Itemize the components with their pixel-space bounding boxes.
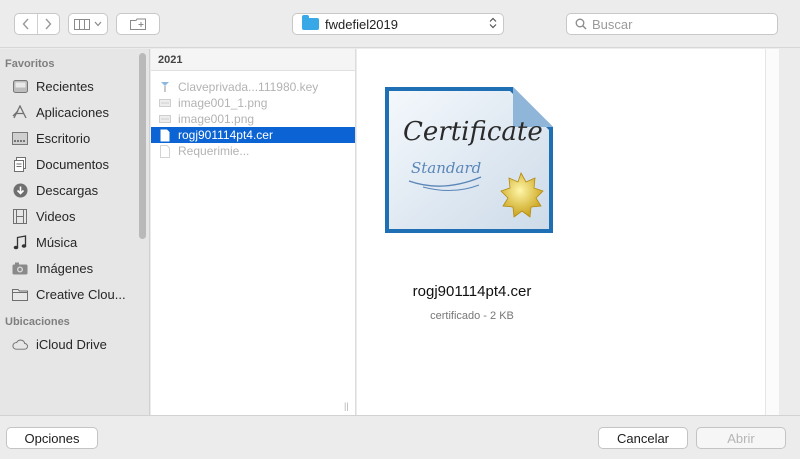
image-file-icon [158,97,171,110]
search-icon [575,18,587,30]
sidebar-item-label: iCloud Drive [36,336,107,352]
options-button[interactable]: Opciones [6,427,98,449]
favorites-list: Recientes Aplicaciones Escritorio Docume… [0,73,149,307]
file-row[interactable]: image001_1.png [151,95,355,111]
preview-scrollbar-track[interactable] [765,49,779,415]
column-header: 2021 [151,49,355,71]
sidebar-item-label: Creative Clou... [36,286,126,302]
new-folder-button[interactable] [116,13,160,35]
view-mode-button[interactable] [68,13,108,35]
documents-icon [12,156,28,172]
new-folder-icon [130,18,146,30]
applications-icon [12,104,28,120]
path-popup-label: fwdefiel2019 [325,16,398,32]
videos-icon [12,208,28,224]
file-row[interactable]: image001.png [151,111,355,127]
sidebar-scrollbar[interactable] [139,53,146,239]
locations-header: Ubicaciones [5,316,70,328]
sidebar-item-videos[interactable]: Videos [0,203,149,229]
certificate-icon: Certificate Standard [385,87,553,233]
column-resize-handle[interactable]: || [344,401,349,411]
folder-icon [302,15,319,30]
sidebar-item-label: Documentos [36,156,109,172]
back-button[interactable] [15,14,37,34]
recents-icon [12,78,28,94]
file-name: image001.png [178,112,255,126]
sidebar-item-label: Aplicaciones [36,104,109,120]
document-icon [158,129,171,142]
file-name: image001_1.png [178,96,268,110]
forward-button[interactable] [36,14,60,34]
open-button[interactable]: Abrir [696,427,786,449]
toolbar: fwdefiel2019 [0,0,800,48]
bottom-bar: Opciones Cancelar Abrir [0,415,800,459]
sidebar-item-label: Escritorio [36,130,91,146]
file-name: Requerimie... [178,144,250,158]
search-field[interactable] [566,13,778,35]
path-popup[interactable]: fwdefiel2019 [292,13,504,35]
file-list: Claveprivada...111980.key image001_1.png… [151,71,355,159]
chevron-right-icon [45,18,52,30]
favorites-header: Favoritos [5,58,55,70]
columns-view-icon [74,18,90,30]
document-icon [158,144,171,158]
sidebar-item-label: Descargas [36,182,99,198]
sidebar-item-label: Música [36,234,78,250]
svg-text:Standard: Standard [411,159,481,177]
downloads-icon [12,182,28,198]
sidebar-item-label: Imágenes [36,260,94,276]
preview-pane: Certificate Standard rogj901114pt4.cer c… [357,49,765,415]
chevron-left-icon [22,18,29,30]
file-name: rogj901114pt4.cer [178,128,273,142]
sidebar-item-recientes[interactable]: Recientes [0,73,149,99]
preview-file-meta: certificado - 2 KB [430,310,514,322]
file-row[interactable]: Claveprivada...111980.key [151,79,355,95]
pictures-icon [12,260,28,276]
sidebar-item-documentos[interactable]: Documentos [0,151,149,177]
sidebar-item-label: Recientes [36,78,94,94]
file-row[interactable]: Requerimie... [151,143,355,159]
sidebar: Favoritos Recientes Aplicaciones Escrito… [0,49,150,415]
search-input[interactable] [592,16,762,32]
key-file-icon [158,81,171,94]
music-icon [12,234,28,250]
sidebar-item-label: Videos [36,208,76,224]
chevron-down-icon [94,21,102,27]
cloud-icon [12,336,28,352]
sidebar-item-icloud-drive[interactable]: iCloud Drive [0,331,149,357]
desktop-icon [12,130,28,146]
back-forward-group [14,13,60,35]
file-row-selected[interactable]: rogj901114pt4.cer [151,127,355,143]
folder-icon [12,286,28,302]
sidebar-item-musica[interactable]: Música [0,229,149,255]
sidebar-item-descargas[interactable]: Descargas [0,177,149,203]
svg-text:Certificate: Certificate [403,117,543,147]
file-name: Claveprivada...111980.key [178,80,319,94]
image-file-icon [158,113,171,126]
sidebar-item-creative-cloud[interactable]: Creative Clou... [0,281,149,307]
file-column: 2021 Claveprivada...111980.key image001_… [151,49,356,415]
updown-chevron-icon [483,17,503,31]
sidebar-item-imagenes[interactable]: Imágenes [0,255,149,281]
sidebar-item-aplicaciones[interactable]: Aplicaciones [0,99,149,125]
preview-file-name: rogj901114pt4.cer [412,283,532,300]
cancel-button[interactable]: Cancelar [598,427,688,449]
sidebar-item-escritorio[interactable]: Escritorio [0,125,149,151]
